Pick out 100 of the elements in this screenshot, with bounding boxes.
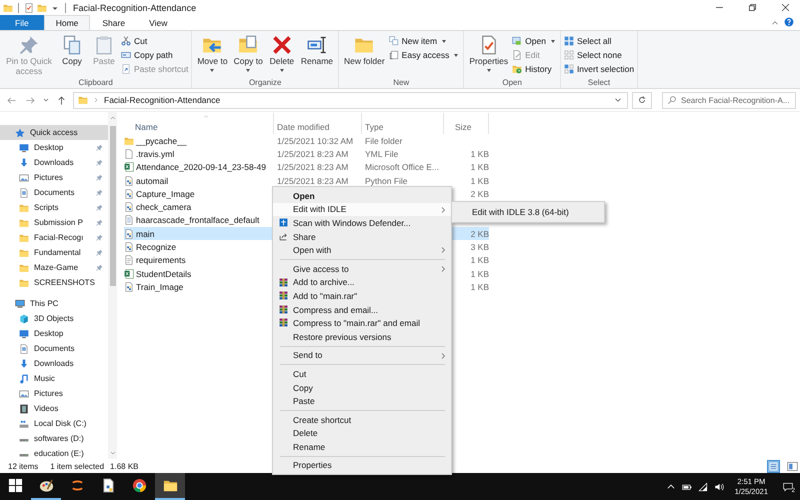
file-item[interactable]: automail <box>124 174 274 188</box>
menu-item[interactable]: Properties <box>273 458 451 472</box>
menu-item[interactable]: Give access to <box>273 262 451 276</box>
help-icon[interactable] <box>784 17 794 27</box>
nav-item[interactable]: 3D Objects <box>0 311 108 326</box>
clipboard-icon <box>94 35 114 55</box>
ribbon-button[interactable]: Copy <box>57 33 87 67</box>
size-cell: 3 KB <box>470 242 489 252</box>
nav-item[interactable]: Maze-Game <box>0 260 108 275</box>
folder-icon <box>19 232 29 242</box>
ribbon-button[interactable]: New folder <box>342 33 387 67</box>
column-header[interactable]: Type <box>362 113 444 134</box>
nav-item[interactable]: Scripts <box>0 200 108 215</box>
close-icon[interactable] <box>780 2 791 13</box>
ribbon-button[interactable]: History <box>512 63 557 75</box>
document-icon <box>19 344 29 354</box>
breadcrumb[interactable]: Facial-Recognition-Attendance <box>104 95 220 105</box>
nav-item[interactable]: Desktop <box>0 140 108 155</box>
ribbon-button[interactable]: New item <box>388 35 460 47</box>
file-item[interactable]: Attendance_2020-09-14_23-58-49 <box>124 160 274 174</box>
search-field[interactable]: Search Facial-Recognition-A... <box>662 92 796 108</box>
nav-item[interactable]: Downloads <box>0 155 108 170</box>
checklist-icon[interactable] <box>24 2 34 12</box>
nav-item[interactable]: education (E:) <box>0 446 108 461</box>
ribbon-button[interactable]: Move to <box>195 33 230 74</box>
wifi-icon[interactable] <box>698 482 708 492</box>
nav-item[interactable]: Local Disk (C:) <box>0 416 108 431</box>
ribbon-button[interactable]: Delete <box>266 33 297 74</box>
ribbon-button[interactable]: Open <box>512 35 557 47</box>
menu-item[interactable]: Edit with IDLE 3.8 (64-bit) <box>452 205 604 219</box>
menu-item[interactable]: Share <box>273 230 451 244</box>
nav-item[interactable]: Quick access <box>0 125 108 140</box>
file-item[interactable]: Train_Image <box>124 280 274 294</box>
ribbon-tab[interactable]: Share <box>90 15 138 30</box>
nav-item[interactable]: Submission P <box>0 215 108 230</box>
menu-item[interactable]: Edit with IDLE <box>273 202 451 216</box>
file-item[interactable]: check_camera <box>124 200 274 214</box>
scrollbar[interactable] <box>108 112 117 459</box>
menu-item[interactable]: Compress to "main.rar" and email <box>273 316 451 330</box>
file-item[interactable]: main <box>124 227 274 240</box>
nav-item[interactable]: Downloads <box>0 356 108 371</box>
ribbon-button[interactable]: Invert selection <box>564 63 634 75</box>
menu-item[interactable]: Compress and email... <box>273 302 451 316</box>
nav-item[interactable]: Music <box>0 371 108 386</box>
orbit-icon <box>70 478 84 493</box>
restore-icon[interactable] <box>747 2 758 13</box>
nav-item[interactable]: SCREENSHOTS <box>0 275 108 290</box>
up-arrow-icon[interactable] <box>56 94 67 106</box>
ribbon-button[interactable]: Select all <box>564 35 634 47</box>
nav-item[interactable]: Desktop <box>0 326 108 341</box>
nav-item[interactable]: Facial-Recogı <box>0 230 108 245</box>
file-item[interactable]: __pycache__ <box>124 134 274 148</box>
menu-item[interactable]: Scan with Windows Defender... <box>273 216 451 230</box>
nav-item[interactable]: Documents <box>0 341 108 356</box>
ribbon-tab[interactable]: File <box>0 15 44 30</box>
nav-item[interactable]: Documents <box>0 185 108 200</box>
file-item[interactable]: haarcascade_frontalface_default <box>124 214 274 228</box>
menu-item[interactable]: Add to archive... <box>273 276 451 290</box>
ribbon-button[interactable]: Rename <box>298 33 336 67</box>
ribbon-button[interactable]: Select none <box>564 49 634 61</box>
menu-item[interactable]: Add to "main.rar" <box>273 289 451 303</box>
file-item[interactable]: StudentDetails <box>124 266 274 280</box>
menu-item[interactable]: Cut <box>273 367 451 381</box>
taskbar-button[interactable] <box>155 473 185 500</box>
nav-item[interactable]: softwares (D:) <box>0 431 108 446</box>
column-header[interactable]: Date modified <box>274 113 362 134</box>
ribbon-button[interactable]: Properties <box>467 33 510 74</box>
column-header[interactable]: Size <box>444 113 489 134</box>
details-view-icon[interactable] <box>768 460 779 472</box>
ribbon-tab[interactable]: Home <box>44 15 90 30</box>
selection-count: 1 item selected <box>50 462 104 470</box>
menu-item[interactable]: Create shortcut <box>273 412 451 426</box>
date-cell: 1/25/2021 8:23 AM <box>277 176 348 186</box>
ribbon-button[interactable]: Easy access <box>388 49 460 61</box>
nav-item[interactable]: This PC <box>0 296 108 311</box>
ribbon-button[interactable]: Copy path <box>121 49 188 61</box>
column-header[interactable]: Name <box>124 113 274 134</box>
left-arrow-icon[interactable] <box>6 94 17 106</box>
date-cell: 1/25/2021 8:23 AM <box>277 162 348 172</box>
refresh-button[interactable] <box>632 92 652 108</box>
menu-item[interactable]: Open <box>273 189 451 203</box>
file-item[interactable]: requirements <box>124 254 274 267</box>
nav-item[interactable]: Fundamental <box>0 245 108 260</box>
speaker-icon[interactable] <box>714 482 724 492</box>
ribbon-button[interactable]: Copy to <box>232 33 265 74</box>
tiles-view-icon[interactable] <box>787 460 798 472</box>
address-bar[interactable]: Facial-Recognition-Attendance <box>73 92 628 108</box>
shield-icon <box>279 218 288 228</box>
ribbon-tab[interactable]: View <box>137 15 180 30</box>
file-item[interactable]: .travis.yml <box>124 147 274 161</box>
chevron-down-icon[interactable] <box>42 96 50 104</box>
file-item[interactable]: Recognize <box>124 240 274 254</box>
menu-item[interactable]: Delete <box>273 426 451 440</box>
file-item[interactable]: Capture_Image <box>124 187 274 200</box>
menu-item[interactable]: Copy <box>273 380 451 394</box>
nav-item[interactable]: Pictures <box>0 386 108 401</box>
nav-item[interactable]: Videos <box>0 401 108 416</box>
ribbon-button[interactable]: Cut <box>121 35 188 47</box>
nav-item[interactable]: Pictures <box>0 170 108 185</box>
right-arrow-icon[interactable] <box>25 94 36 106</box>
